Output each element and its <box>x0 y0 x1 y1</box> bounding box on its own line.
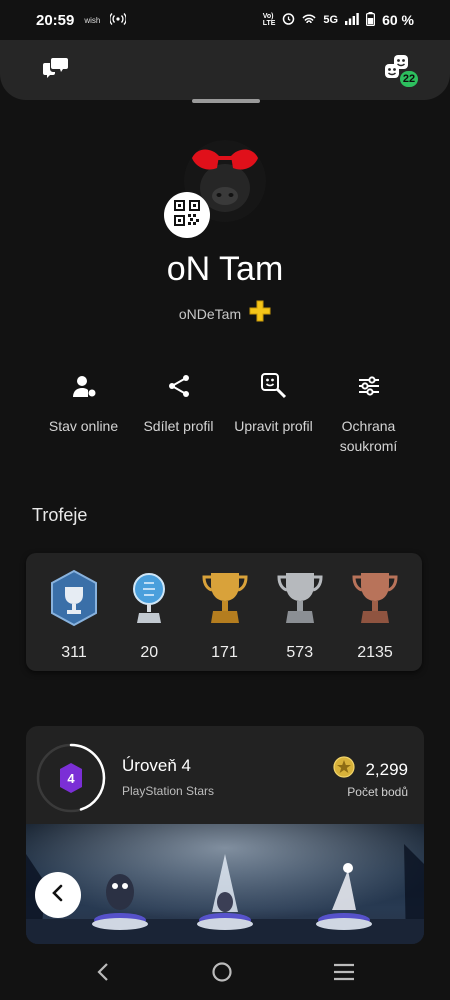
qr-code-icon <box>174 199 200 231</box>
trophy-bronze[interactable]: 2135 <box>342 569 408 662</box>
platinum-trophy-icon <box>123 569 175 634</box>
level-label: Úroveň 4 <box>122 756 191 775</box>
privacy-label: Ochrana soukromí <box>339 418 398 454</box>
alarm-icon <box>282 12 295 28</box>
online-id-row: oNDeTam <box>0 300 450 327</box>
status-bar: 20:59 wish Vo) LTE 5G 60 % <box>0 0 450 40</box>
level-progress-ring: 4 <box>35 742 107 814</box>
privacy-button[interactable]: Ochrana soukromí <box>321 372 416 456</box>
nav-home-icon[interactable] <box>211 961 233 988</box>
level-number: 4 <box>67 771 75 786</box>
edit-profile-button[interactable]: Upravit profil <box>226 372 321 456</box>
stars-card[interactable]: 4 Úroveň 4 PlayStation Stars 2,299 Počet… <box>26 726 424 944</box>
carrier-label: wish <box>84 15 101 25</box>
online-id: oNDeTam <box>178 305 242 322</box>
qr-code-button[interactable] <box>164 192 210 238</box>
online-status-button[interactable]: Stav online <box>36 372 131 456</box>
points-row: 2,299 <box>333 756 408 783</box>
chevron-left-icon <box>51 884 65 907</box>
share-icon <box>165 372 193 400</box>
hotspot-icon <box>109 12 128 29</box>
stars-program-label: PlayStation Stars <box>122 784 215 798</box>
trophy-level-count: 311 <box>61 644 87 661</box>
trophy-card[interactable]: 311 20 171 573 2135 <box>26 553 422 671</box>
playstation-plus-icon <box>249 300 271 327</box>
signal-icon <box>345 12 359 28</box>
profile-actions: Stav online Sdílet profil Upravit profil… <box>36 372 416 456</box>
online-status-label: Stav online <box>48 418 119 434</box>
share-profile-button[interactable]: Sdílet profil <box>131 372 226 456</box>
trophy-bronze-count: 2135 <box>357 644 393 661</box>
edit-profile-label: Upravit profil <box>234 418 313 434</box>
silver-trophy-icon <box>274 569 326 634</box>
trophy-platinum-count: 20 <box>140 644 159 661</box>
online-status-icon <box>70 372 98 400</box>
gold-trophy-icon <box>199 569 251 634</box>
edit-profile-icon <box>260 372 288 400</box>
privacy-sliders-icon <box>355 372 383 400</box>
network-type: 5G <box>323 14 339 26</box>
wifi-calling-icon <box>302 13 316 28</box>
share-profile-label: Sdílet profil <box>143 418 214 434</box>
carousel-back-button[interactable] <box>35 872 81 918</box>
sheet-handle[interactable] <box>192 99 260 103</box>
trophy-platinum[interactable]: 20 <box>116 569 182 662</box>
trophy-gold[interactable]: 171 <box>192 569 258 662</box>
volte-icon: Vo) LTE <box>262 13 276 27</box>
trophy-silver[interactable]: 573 <box>267 569 333 662</box>
chat-bubbles-icon[interactable] <box>42 55 70 81</box>
points-value: 2,299 <box>365 759 408 779</box>
trophy-silver-count: 573 <box>286 644 314 661</box>
nav-recents-icon[interactable] <box>333 963 355 986</box>
bronze-trophy-icon <box>349 569 401 634</box>
star-coin-icon <box>333 756 356 783</box>
header-panel: 22 <box>0 40 450 100</box>
nav-back-icon[interactable] <box>95 962 111 987</box>
collectibles-scene <box>26 824 424 944</box>
profile-name: oN Tam <box>166 250 284 288</box>
battery-icon <box>366 11 376 29</box>
trophies-title: Trofeje <box>32 505 88 525</box>
trophy-gold-count: 171 <box>211 644 238 661</box>
battery-percent: 60 % <box>382 12 414 28</box>
trophy-level[interactable]: 311 <box>41 569 107 662</box>
system-nav-bar <box>0 948 450 1000</box>
status-time: 20:59 <box>36 11 75 29</box>
points-label: Počet bodů <box>347 785 408 799</box>
friends-count-badge: 22 <box>398 69 420 89</box>
trophy-level-icon <box>48 569 100 634</box>
collectibles-banner[interactable] <box>26 824 424 944</box>
